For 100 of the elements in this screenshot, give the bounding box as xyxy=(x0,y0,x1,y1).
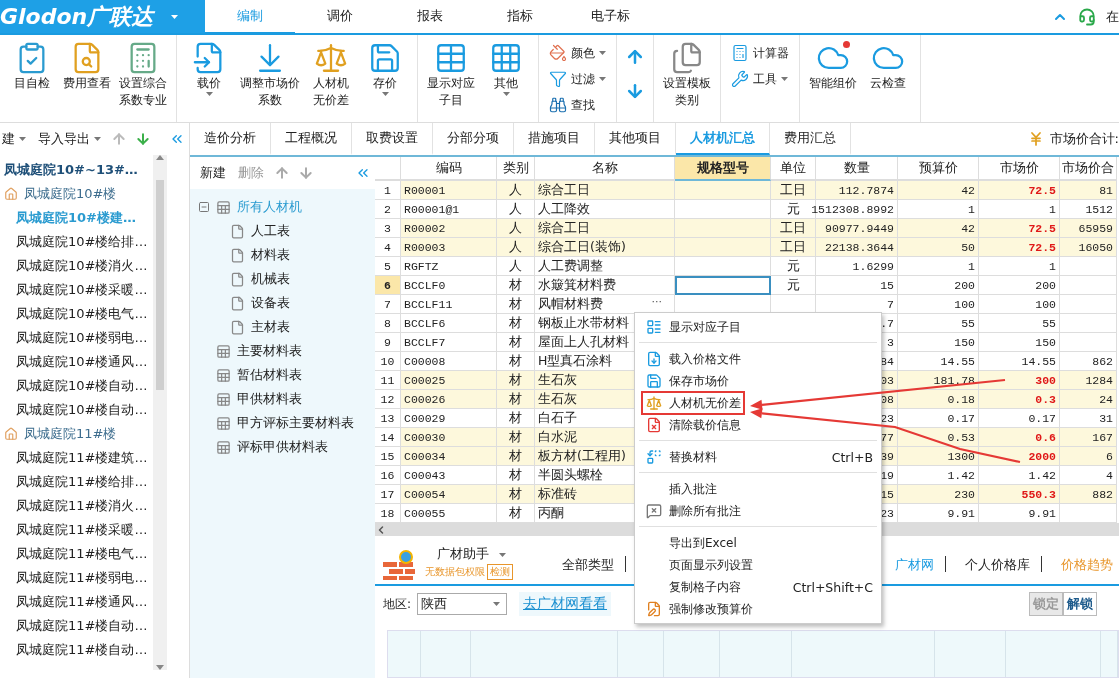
table-cell: 167 xyxy=(1060,428,1117,447)
collapse-icon[interactable] xyxy=(198,201,210,213)
tree-item[interactable]: 主材表 xyxy=(190,315,375,339)
column-header[interactable]: 市场价 xyxy=(979,157,1060,181)
tree-item[interactable]: 凤城庭院10#楼电气… xyxy=(0,302,153,326)
helper-tab[interactable]: 个人价格库 xyxy=(954,556,1042,572)
ribbon-button[interactable]: 人材机 无价差 xyxy=(305,39,357,111)
menu-tab[interactable]: 电子标 xyxy=(565,0,655,35)
tree-item[interactable]: 主要材料表 xyxy=(190,339,375,363)
ribbon-button[interactable]: 存价 xyxy=(359,39,411,98)
view-tab[interactable]: 分部分项 xyxy=(433,123,514,155)
arrow-down-icon[interactable] xyxy=(135,131,151,147)
ribbon-button[interactable]: 目自检 xyxy=(6,39,58,94)
message-x-icon xyxy=(646,503,662,519)
helper-tab[interactable]: 全部类型 xyxy=(551,556,626,572)
ribbon-button[interactable]: 过滤 xyxy=(545,67,610,91)
menu-item[interactable]: 导出到Excel xyxy=(635,532,881,554)
column-header[interactable]: 类别 xyxy=(497,157,535,181)
tree-item[interactable]: 凤城庭院11#楼电气… xyxy=(0,542,153,566)
tree-item[interactable]: 凤城庭院11#楼通风… xyxy=(0,590,153,614)
tree-item[interactable]: 凤城庭院11#楼 xyxy=(0,422,153,446)
tree-item[interactable]: 暂估材料表 xyxy=(190,363,375,387)
menu-tab[interactable]: 调价 xyxy=(295,0,385,35)
helper-title[interactable]: 广材助手 xyxy=(437,546,489,563)
tree-item[interactable]: 凤城庭院11#楼弱电… xyxy=(0,566,153,590)
tree-item[interactable]: 凤城庭院11#楼建筑… xyxy=(0,446,153,470)
tree-item[interactable]: 凤城庭院10#楼自动… xyxy=(0,398,153,422)
ribbon-button[interactable]: 设置综合 系数专业 xyxy=(116,39,170,111)
row-number: 2 xyxy=(375,200,401,219)
tree-item[interactable]: 凤城庭院10#楼采暖… xyxy=(0,278,153,302)
toolbar-button[interactable]: 导入导出 xyxy=(36,128,103,150)
ribbon-button[interactable]: 查找 xyxy=(545,93,610,117)
tree-item[interactable]: 凤城庭院10#楼消火… xyxy=(0,254,153,278)
more-button[interactable]: ··· xyxy=(651,295,662,308)
menu-item[interactable]: 复制格子内容 Ctrl+Shift+C xyxy=(635,576,881,598)
region-select[interactable]: 陕西 xyxy=(417,593,508,615)
ribbon-button[interactable]: 费用查看 xyxy=(60,39,114,94)
ribbon-button[interactable]: 工具 xyxy=(727,67,793,91)
menu-item[interactable]: 强制修改预算价 xyxy=(635,598,881,620)
view-tab[interactable]: 措施项目 xyxy=(514,123,595,155)
column-header[interactable]: 名称 xyxy=(535,157,675,181)
tree-item[interactable]: 凤城庭院10#楼自动… xyxy=(0,374,153,398)
tree-item[interactable]: 凤城庭院10#楼给排… xyxy=(0,230,153,254)
column-header[interactable]: 数量 xyxy=(816,157,898,181)
caret-icon xyxy=(94,137,101,141)
tree-item[interactable]: 评标甲供材料表 xyxy=(190,435,375,459)
ribbon-button[interactable]: 云检查 xyxy=(862,39,914,94)
tree-item[interactable]: 凤城庭院11#楼给排… xyxy=(0,470,153,494)
table-cell: 材 xyxy=(497,466,535,485)
view-tab[interactable]: 工程概况 xyxy=(271,123,352,155)
menu-tab[interactable]: 报表 xyxy=(385,0,475,35)
ribbon-button[interactable]: 载价 xyxy=(183,39,235,98)
scrollbar-thumb[interactable] xyxy=(156,180,164,390)
tree-item[interactable]: 凤城庭院10#楼通风… xyxy=(0,350,153,374)
tree-item[interactable]: 设备表 xyxy=(190,291,375,315)
toolbar-button[interactable]: 建 xyxy=(0,128,28,150)
tree-item[interactable]: 材料表 xyxy=(190,243,375,267)
view-tab[interactable]: 费用汇总 xyxy=(770,123,851,155)
menu-item[interactable]: 页面显示列设置 xyxy=(635,554,881,576)
menu-tab[interactable]: 指标 xyxy=(475,0,565,35)
tree-item[interactable]: 凤城庭院11#楼自动… xyxy=(0,614,153,638)
tree-item[interactable]: 机械表 xyxy=(190,267,375,291)
column-header[interactable]: 规格型号 xyxy=(675,157,771,181)
ribbon-button[interactable]: 调整市场价 系数 xyxy=(237,39,303,111)
tree-item[interactable]: 凤城庭院11#楼消火… xyxy=(0,494,153,518)
scroll-down-icon[interactable] xyxy=(156,665,164,670)
tree-item[interactable]: 凤城庭院11#楼自动… xyxy=(0,638,153,662)
tree-item[interactable]: 人工表 xyxy=(190,219,375,243)
tree-item[interactable]: 凤城庭院10#楼 xyxy=(0,182,153,206)
ribbon-button[interactable]: 显示对应 子目 xyxy=(424,39,478,111)
tree-item[interactable]: 凤城庭院10#楼弱电… xyxy=(0,326,153,350)
tree-item[interactable]: 凤城庭院11#楼采暖… xyxy=(0,518,153,542)
tree-item[interactable]: 甲方评标主要材料表 xyxy=(190,411,375,435)
ribbon-button[interactable]: 智能组价 xyxy=(806,39,860,94)
scrollbar[interactable] xyxy=(153,155,167,670)
toolbar-button[interactable]: 新建 xyxy=(198,162,228,184)
scroll-up-icon[interactable] xyxy=(156,155,164,160)
table-cell: 综合工日(装饰) xyxy=(535,238,675,257)
table-cell xyxy=(1060,257,1117,276)
online-service-text[interactable]: 在 xyxy=(1106,7,1119,26)
sheet-icon xyxy=(216,415,231,431)
column-header[interactable]: 市场价合 xyxy=(1060,157,1117,181)
ribbon-button[interactable]: 设置模板 类别 xyxy=(660,39,714,111)
table-cell: 元 xyxy=(771,276,816,295)
lock-button[interactable]: 解锁 xyxy=(1063,592,1097,616)
headset-icon[interactable] xyxy=(1078,7,1096,26)
tree-item[interactable]: 凤城庭院10#~13#… xyxy=(0,158,153,182)
column-header[interactable]: 编码 xyxy=(401,157,497,181)
ribbon-button[interactable]: 颜色 xyxy=(545,41,610,65)
file-icon xyxy=(230,295,245,311)
tree-item[interactable]: 甲供材料表 xyxy=(190,387,375,411)
ribbon-button[interactable]: 计算器 xyxy=(727,41,793,65)
view-tab[interactable]: 其他项目 xyxy=(595,123,676,155)
column-header[interactable]: 单位 xyxy=(771,157,816,181)
ribbon-button[interactable]: 其他 xyxy=(480,39,532,98)
view-tab[interactable]: 造价分析 xyxy=(190,123,271,155)
sheet-icon xyxy=(216,439,231,455)
table-cell: 882 xyxy=(1060,485,1117,504)
column-header[interactable]: 预算价 xyxy=(898,157,979,181)
view-tab[interactable]: 取费设置 xyxy=(352,123,433,155)
